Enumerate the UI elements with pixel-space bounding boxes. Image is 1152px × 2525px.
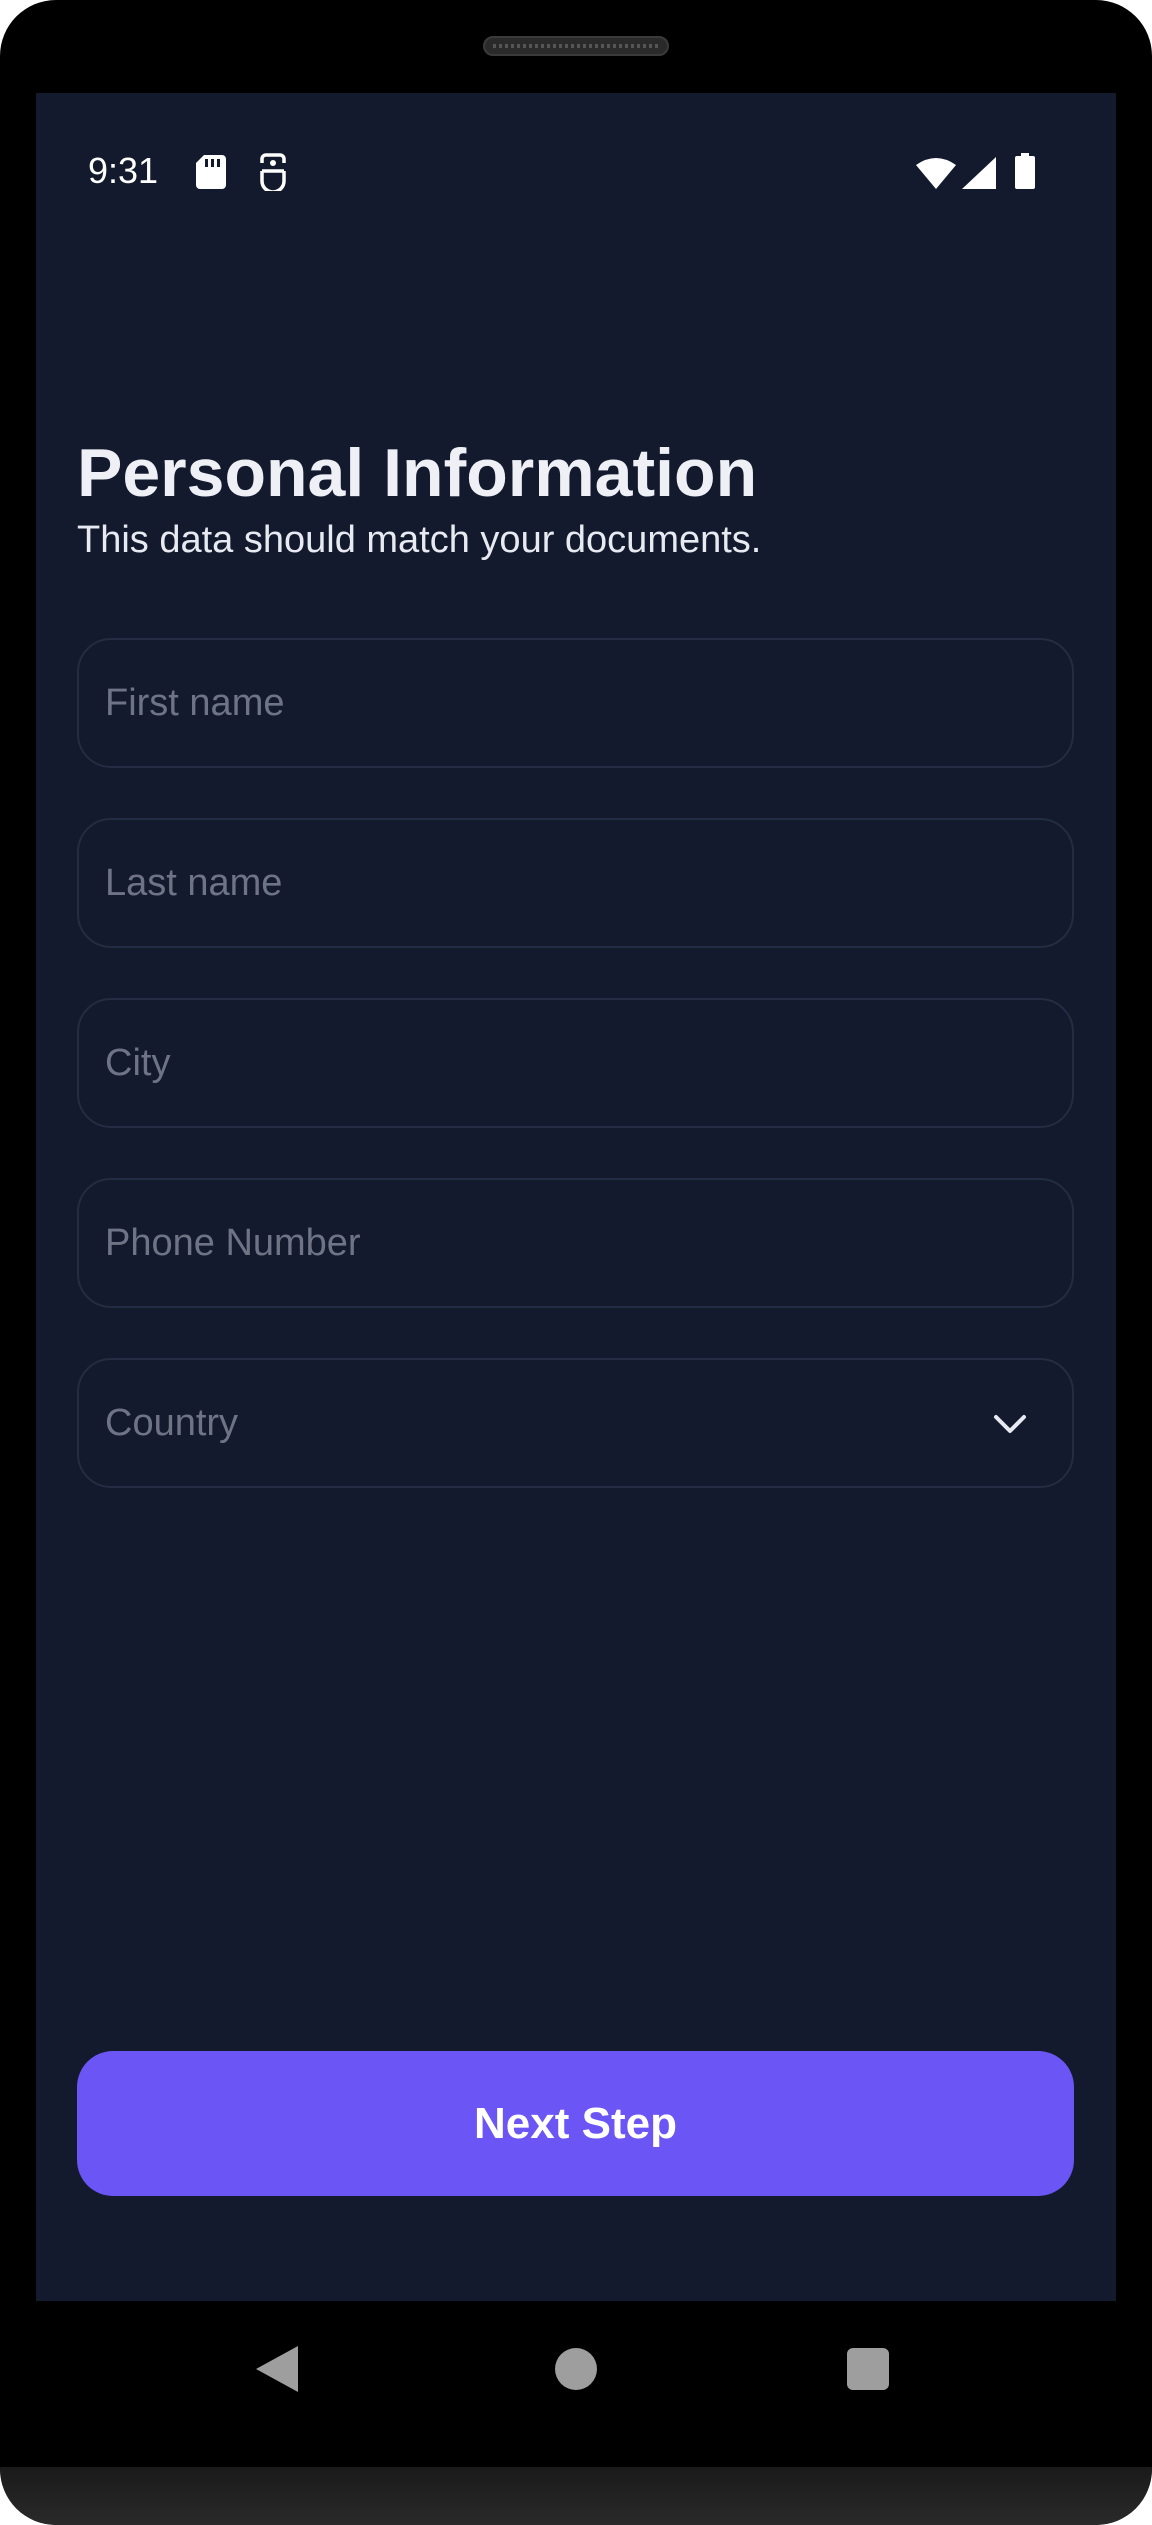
app-screen: 9:31 Personal Information This data shou… xyxy=(36,93,1116,2301)
status-time: 9:31 xyxy=(88,150,159,191)
country-select[interactable]: Country xyxy=(77,1358,1074,1488)
page-title: Personal Information xyxy=(77,435,758,511)
earpiece-speaker xyxy=(483,36,669,56)
chevron-down-icon xyxy=(994,1415,1026,1433)
device-bottom-rim xyxy=(0,2467,1152,2525)
city-input[interactable] xyxy=(79,1000,1072,1126)
phone-field-container xyxy=(77,1178,1074,1308)
next-step-button[interactable]: Next Step xyxy=(77,2051,1074,2196)
wifi-icon xyxy=(916,158,956,189)
sd-card-icon xyxy=(196,155,226,189)
first-name-field-container xyxy=(77,638,1074,768)
last-name-field-container xyxy=(77,818,1074,948)
page-subtitle: This data should match your documents. xyxy=(77,519,762,561)
signal-icon xyxy=(962,157,996,189)
first-name-input[interactable] xyxy=(79,640,1072,766)
city-field-container xyxy=(77,998,1074,1128)
sim-icon xyxy=(260,153,286,191)
phone-number-input[interactable] xyxy=(79,1180,1072,1306)
battery-icon xyxy=(1015,153,1035,189)
system-navigation-bar xyxy=(0,2301,1152,2431)
recents-icon[interactable] xyxy=(847,2348,889,2390)
country-select-placeholder: Country xyxy=(105,1401,239,1444)
home-icon[interactable] xyxy=(555,2348,597,2390)
last-name-input[interactable] xyxy=(79,820,1072,946)
status-bar: 9:31 xyxy=(36,93,1116,193)
back-icon[interactable] xyxy=(256,2346,298,2392)
device-frame: 9:31 Personal Information This data shou… xyxy=(0,0,1152,2525)
